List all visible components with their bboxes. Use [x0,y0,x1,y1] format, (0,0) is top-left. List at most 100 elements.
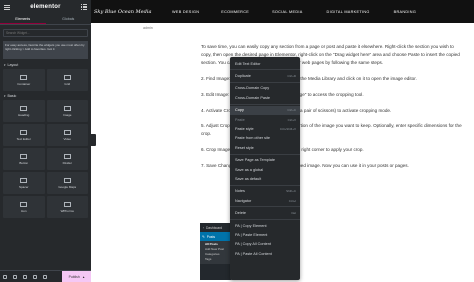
wp-posts[interactable]: ✎ Posts [200,232,231,241]
elementor-panel: elementor Elements Globals For easy acce… [0,0,91,282]
map-icon [63,177,71,183]
caret-down-icon: ▾ [4,94,6,98]
section-basic-header[interactable]: ▾ Basic [0,91,91,100]
nav-branding[interactable]: BRANDING [394,10,416,14]
widget-grid[interactable]: Grid [46,69,88,91]
image-icon [63,105,71,111]
menu-item-label: Save as default [235,176,262,181]
menu-item-label: Copy [235,108,244,113]
chevron-up-icon[interactable]: ▴ [83,275,85,279]
form-icon [63,201,71,207]
menu-item-save-as-a-global[interactable]: Save as a global [230,165,300,174]
basic-widgets: Heading Image Text Editor Video Button D… [0,100,91,218]
widget-image[interactable]: Image [46,100,88,122]
responsive-icon[interactable] [33,274,37,279]
history-icon[interactable] [23,274,27,279]
menu-separator [230,153,300,155]
menu-item-duplicate[interactable]: Duplicate Ctrl+D [230,71,300,80]
menu-item-save-as-default[interactable]: Save as default [230,174,300,183]
panel-tabs: Elements Globals [0,14,91,25]
menu-item-label: Duplicate [235,74,251,79]
widget-google-maps[interactable]: Google Maps [46,172,88,194]
menu-item-cross-domain-paste[interactable]: Cross-Domain Paste [230,93,300,102]
search-input[interactable] [6,31,85,35]
menu-separator [230,103,300,105]
wp-tags[interactable]: Tags [205,257,231,262]
widgets-grid-icon[interactable] [80,3,87,11]
menu-icon[interactable] [4,4,10,10]
screen: elementor Elements Globals For easy acce… [0,0,474,282]
admin-link[interactable]: admin [143,26,153,30]
site-nav: WEB DESIGN ECOMMERCE SOCIAL MEDIA DIGITA… [171,10,416,14]
panel-footer: Publish ▴ [0,270,91,282]
menu-item-paste-style[interactable]: Paste style Ctrl+Shift+V [230,124,300,133]
menu-item-label: Edit Text Editor [235,61,261,66]
menu-item-pa-paste-all-content[interactable]: PA | Paste All Content [230,249,300,258]
nav-digital-marketing[interactable]: DIGITAL MARKETING [327,10,370,14]
context-menu: Edit Text Editor Duplicate Ctrl+D Cross-Dom… [230,57,300,280]
menu-item-pa-copy-all-content[interactable]: PA | Copy All Content [230,240,300,249]
menu-item-label: Delete [235,211,246,216]
widget-spacer[interactable]: Spacer [3,172,45,194]
menu-item-label: Paste from other site [235,136,271,141]
widget-text-editor[interactable]: Text Editor [3,124,45,146]
tab-globals[interactable]: Globals [46,14,92,24]
menu-item-copy[interactable]: Copy Ctrl+C [230,105,300,115]
widget-wpforms[interactable]: WPForms [46,196,88,218]
widget-video[interactable]: Video [46,124,88,146]
menu-item-pa-paste-element[interactable]: PA | Paste Element [230,230,300,239]
pin-icon: ✎ [202,234,205,239]
menu-item-label: Navigator [235,198,252,203]
preview-eye-icon[interactable] [43,274,47,279]
elementor-logo: elementor [30,4,61,10]
nav-ecommerce[interactable]: ECOMMERCE [221,10,249,14]
menu-item-edit-text-editor[interactable]: Edit Text Editor [230,59,300,68]
widget-search[interactable] [3,29,88,37]
menu-item-label: Reset style [235,145,254,150]
star-icon [20,201,28,207]
menu-item-reset-style[interactable]: Reset style [230,143,300,152]
widget-button[interactable]: Button [3,148,45,170]
menu-item-label: PA | Copy Element [235,223,267,228]
menu-item-label: Paste style [235,127,254,132]
menu-item-label: Cross-Domain Copy [235,86,270,91]
heading-icon [20,105,28,111]
menu-item-shortcut: Ctrl+V [287,117,296,122]
widget-icon[interactable]: Icon [3,196,45,218]
menu-item-cross-domain-copy[interactable]: Cross-Domain Copy [230,84,300,93]
menu-item-paste[interactable]: Paste Ctrl+V [230,115,300,124]
button-icon [20,153,28,159]
menu-item-label: PA | Paste Element [235,232,268,237]
menu-item-label: PA | Copy All Content [235,242,271,247]
menu-item-paste-from-other-site[interactable]: Paste from other site [230,134,300,143]
menu-item-save-page-as-template[interactable]: Save Page as Template [230,156,300,165]
widget-container[interactable]: Container [3,69,45,91]
video-icon [63,129,71,135]
wp-dashboard[interactable]: ◔ Dashboard [200,223,231,232]
section-layout-header[interactable]: ▾ Layout [0,60,91,69]
publish-button[interactable]: Publish ▴ [62,271,91,282]
menu-item-label: Save Page as Template [235,158,276,163]
nav-web-design[interactable]: WEB DESIGN [172,10,199,14]
menu-item-pa-copy-element[interactable]: PA | Copy Element [230,221,300,230]
menu-item-shortcut: Ctrl+Shift+V [279,127,296,132]
menu-item-notes[interactable]: Notes Shift+C [230,187,300,196]
text-editor-icon [20,129,28,135]
menu-item-shortcut: Del [291,211,296,216]
dashboard-icon: ◔ [202,225,204,230]
site-brand[interactable]: Sky Blue Ocean Media [91,9,171,15]
menu-item-label: Notes [235,189,245,194]
layers-icon[interactable] [13,274,17,279]
widget-divider[interactable]: Divider [46,148,88,170]
panel-collapse-toggle[interactable] [91,134,96,146]
menu-item-navigator[interactable]: Navigator Ctrl+I [230,196,300,205]
tab-elements[interactable]: Elements [0,14,46,24]
menu-item-delete[interactable]: Delete Del [230,208,300,217]
wp-admin-sidebar: ◔ Dashboard ✎ Posts All Posts Add New Post… [200,223,231,280]
favorites-tip: For easy access, favorite the widgets yo… [3,41,88,59]
settings-icon[interactable] [3,274,7,279]
nav-social-media[interactable]: SOCIAL MEDIA [272,10,302,14]
spacer-icon [20,177,28,183]
menu-item-label: Paste [235,117,245,122]
widget-heading[interactable]: Heading [3,100,45,122]
